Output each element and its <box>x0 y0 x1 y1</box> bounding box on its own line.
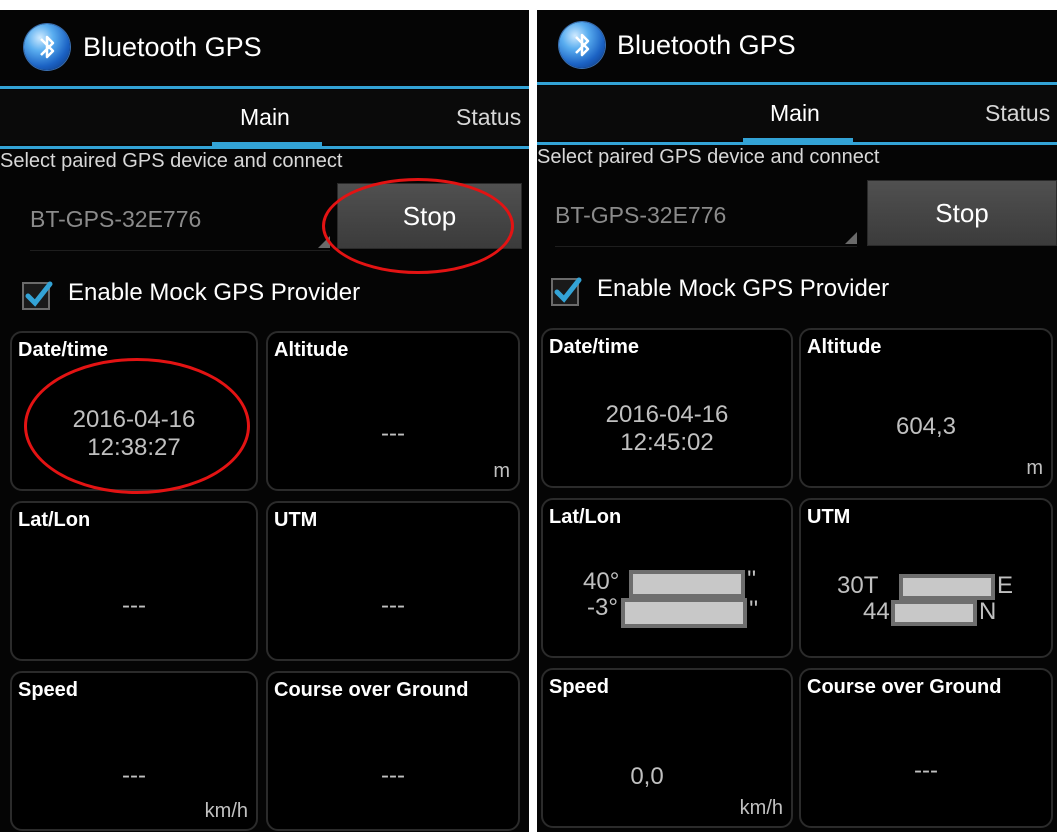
left-screen: Bluetooth GPS Main Status Select paired … <box>0 10 529 832</box>
tile-title: Course over Ground <box>274 679 469 701</box>
tile-title: UTM <box>274 509 318 531</box>
stop-button[interactable]: Stop <box>867 180 1057 246</box>
device-spinner[interactable]: BT-GPS-32E776 <box>555 186 857 247</box>
redacted-latitude <box>629 570 745 598</box>
tab-bar: Main Status <box>537 86 1057 142</box>
tile-title: UTM <box>807 506 851 528</box>
divider <box>537 82 1057 85</box>
altitude-unit: m <box>1026 457 1043 479</box>
instruction-text: Select paired GPS device and connect <box>0 150 343 172</box>
tab-bar: Main Status <box>0 90 529 146</box>
tile-title: Date/time <box>18 339 109 361</box>
tile-speed: Speed 0,0 km/h <box>541 668 793 828</box>
tile-title: Altitude <box>807 336 882 358</box>
tile-title: Date/time <box>549 336 640 358</box>
altitude-value: --- <box>381 420 405 447</box>
highlight-circle <box>24 358 250 494</box>
redacted-northing <box>891 600 977 626</box>
tile-latlon: Lat/Lon 40° '' -3° '' <box>541 498 793 658</box>
checkmark-icon <box>554 277 582 303</box>
bluetooth-icon <box>24 24 70 70</box>
app-title: Bluetooth GPS <box>83 32 262 62</box>
device-spinner[interactable]: BT-GPS-32E776 <box>30 190 330 251</box>
tab-main[interactable]: Main <box>240 104 290 131</box>
mock-gps-label: Enable Mock GPS Provider <box>68 279 361 306</box>
tile-altitude: Altitude --- m <box>266 331 520 491</box>
tile-course: Course over Ground --- <box>799 668 1053 828</box>
mock-gps-label: Enable Mock GPS Provider <box>597 275 890 302</box>
redacted-easting <box>899 574 995 600</box>
time-value: 12:45:02 <box>620 429 714 456</box>
longitude-seconds-mark: '' <box>749 596 759 623</box>
tile-latlon: Lat/Lon --- <box>10 501 258 661</box>
tile-title: Lat/Lon <box>18 509 91 531</box>
utm-north-prefix: 44 <box>863 598 890 625</box>
tile-title: Speed <box>549 676 610 698</box>
speed-unit: km/h <box>739 797 783 819</box>
speed-value: --- <box>122 762 146 789</box>
action-bar: Bluetooth GPS <box>0 10 529 86</box>
date-value: 2016-04-16 <box>605 401 729 428</box>
tile-altitude: Altitude 604,3 m <box>799 328 1053 488</box>
utm-value: --- <box>381 592 405 619</box>
speed-unit: km/h <box>204 800 248 822</box>
device-spinner-value: BT-GPS-32E776 <box>555 202 727 228</box>
speed-value: 0,0 <box>630 763 664 790</box>
tile-title: Speed <box>18 679 79 701</box>
course-value: --- <box>381 762 405 789</box>
tile-title: Altitude <box>274 339 349 361</box>
tile-utm: UTM --- <box>266 501 520 661</box>
mock-gps-checkbox[interactable] <box>551 277 582 306</box>
action-bar: Bluetooth GPS <box>537 10 1057 82</box>
utm-zone: 30T <box>837 572 879 599</box>
device-spinner-value: BT-GPS-32E776 <box>30 206 202 232</box>
tile-title: Course over Ground <box>807 676 1002 698</box>
latlon-value: --- <box>122 592 146 619</box>
highlight-circle <box>322 178 514 274</box>
tile-course: Course over Ground --- <box>266 671 520 831</box>
course-value: --- <box>914 757 938 784</box>
tab-status[interactable]: Status <box>985 100 1050 127</box>
tile-datetime: Date/time 2016-04-16 12:45:02 <box>541 328 793 488</box>
tile-title: Lat/Lon <box>549 506 622 528</box>
tile-utm: UTM 30T E 44 N <box>799 498 1053 658</box>
bluetooth-icon <box>559 22 605 68</box>
utm-north-mark: N <box>979 598 997 625</box>
latitude-seconds-mark: '' <box>747 566 757 593</box>
longitude-degrees: -3° <box>587 594 618 621</box>
utm-east-mark: E <box>997 572 1014 599</box>
spinner-arrow-icon <box>845 232 857 244</box>
redacted-longitude <box>621 598 747 628</box>
altitude-unit: m <box>493 460 510 482</box>
mock-gps-checkbox[interactable] <box>22 281 53 310</box>
tab-status[interactable]: Status <box>456 104 521 131</box>
checkmark-icon <box>25 281 53 307</box>
latitude-degrees: 40° <box>583 568 620 595</box>
app-title: Bluetooth GPS <box>617 30 796 60</box>
divider <box>537 142 1057 145</box>
tab-main[interactable]: Main <box>770 100 820 127</box>
right-screen: Bluetooth GPS Main Status Select paired … <box>537 10 1057 832</box>
divider <box>0 86 529 89</box>
divider <box>0 146 529 149</box>
altitude-value: 604,3 <box>895 413 957 440</box>
tile-speed: Speed --- km/h <box>10 671 258 831</box>
instruction-text: Select paired GPS device and connect <box>537 146 880 168</box>
